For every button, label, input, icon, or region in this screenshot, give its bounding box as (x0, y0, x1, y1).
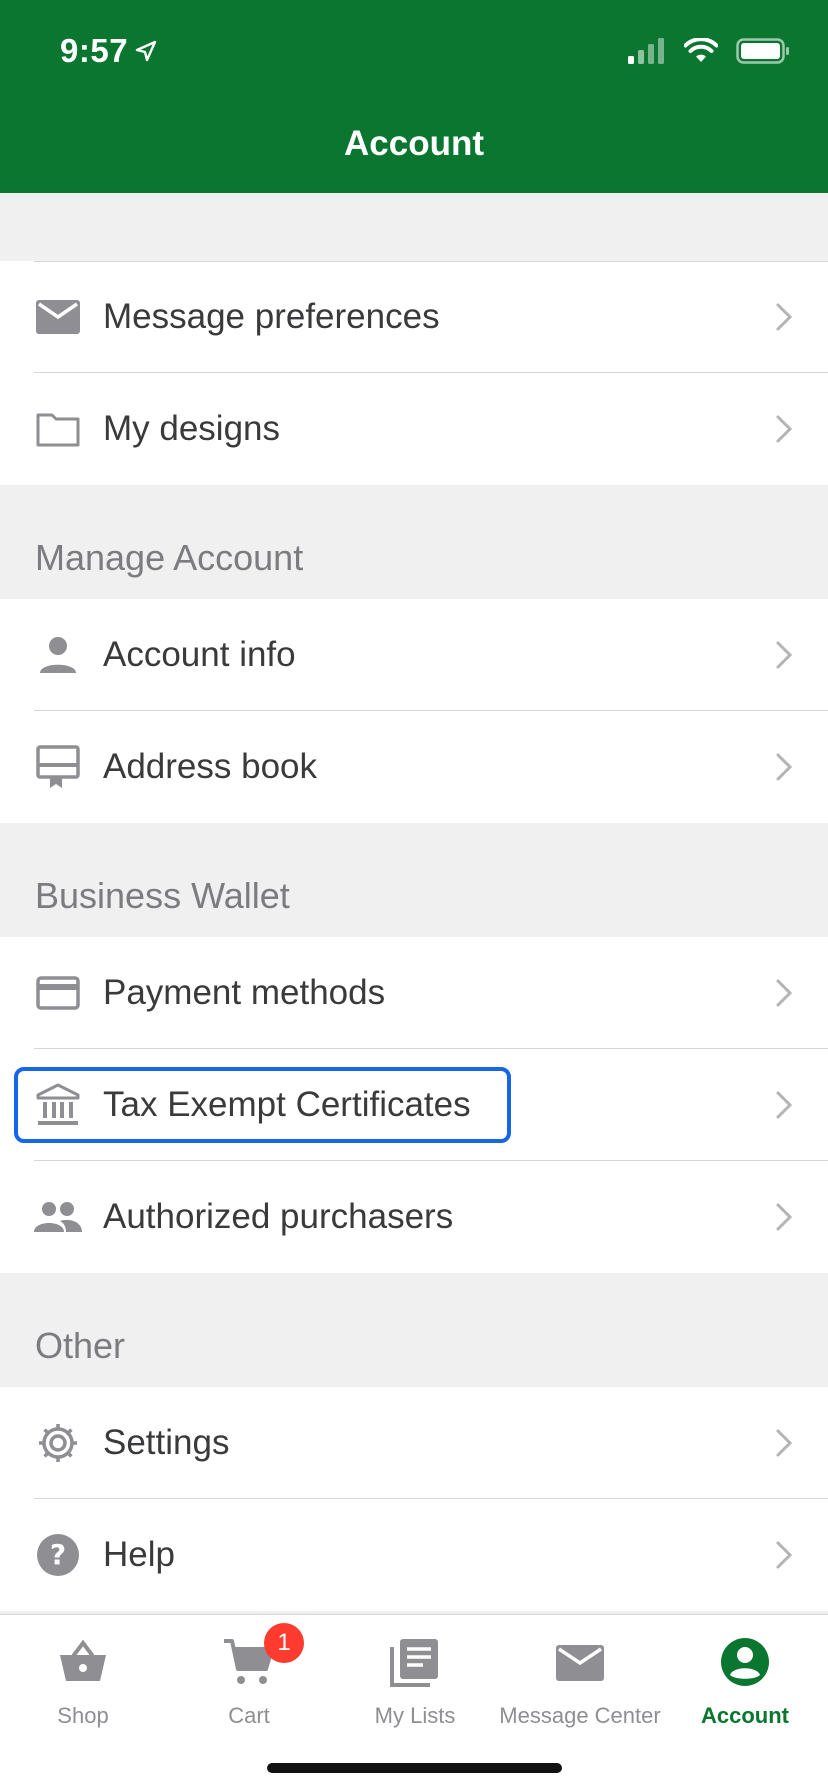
wifi-icon (684, 38, 718, 62)
tab-my-lists[interactable]: My Lists (332, 1627, 498, 1729)
account-info-row[interactable]: Account info (0, 599, 828, 711)
chevron-right-icon (776, 979, 793, 1007)
group-other: Settings ? Help (0, 1387, 828, 1611)
chevron-right-icon (776, 1429, 793, 1457)
tab-shop[interactable]: Shop (0, 1627, 166, 1729)
row-label: Authorized purchasers (103, 1197, 454, 1236)
people-icon (34, 1193, 82, 1241)
credit-card-icon (34, 969, 82, 1017)
chevron-right-icon (776, 641, 793, 669)
svg-text:?: ? (50, 1538, 66, 1571)
folder-icon (34, 405, 82, 453)
chevron-right-icon (776, 303, 793, 331)
settings-list[interactable]: Message preferences My designs Manage Ac… (0, 193, 828, 1611)
tax-exempt-certificates-row[interactable]: Tax Exempt Certificates (0, 1049, 828, 1161)
address-book-icon (34, 743, 82, 791)
payment-methods-row[interactable]: Payment methods (0, 937, 828, 1049)
row-label: Account info (103, 635, 296, 674)
status-icons (628, 38, 790, 64)
bank-icon (34, 1081, 82, 1129)
person-icon (34, 631, 82, 679)
chevron-right-icon (776, 1203, 793, 1231)
row-label: Tax Exempt Certificates (103, 1085, 471, 1124)
location-arrow-icon (135, 40, 157, 62)
help-row[interactable]: ? Help (0, 1499, 828, 1611)
group-manage-account: Account info Address book (0, 599, 828, 823)
address-book-row[interactable]: Address book (0, 711, 828, 823)
list-icon (388, 1635, 442, 1689)
row-label: Payment methods (103, 973, 386, 1012)
cart-badge: 1 (264, 1623, 304, 1663)
settings-row[interactable]: Settings (0, 1387, 828, 1499)
status-time-text: 9:57 (60, 32, 129, 69)
row-label: Address book (103, 747, 318, 786)
envelope-icon (34, 293, 82, 341)
row-label: Message preferences (103, 297, 440, 336)
message-preferences-row[interactable]: Message preferences (0, 261, 828, 373)
group-top: Message preferences My designs (0, 261, 828, 485)
header-bar: 9:57 Account (0, 0, 828, 193)
row-label: My designs (103, 409, 281, 448)
basket-icon (56, 1635, 110, 1689)
row-label: Help (103, 1535, 175, 1574)
chevron-right-icon (776, 753, 793, 781)
tab-account[interactable]: Account (662, 1627, 828, 1729)
tab-label: Account (701, 1703, 789, 1728)
battery-icon (736, 38, 789, 64)
tab-message-center[interactable]: Message Center (497, 1627, 663, 1729)
home-indicator[interactable] (267, 1763, 562, 1773)
section-header-manage-account: Manage Account (0, 485, 828, 599)
question-icon: ? (34, 1531, 82, 1579)
chevron-right-icon (776, 1091, 793, 1119)
gear-icon (34, 1419, 82, 1467)
tab-label: Cart (228, 1703, 270, 1728)
signal-icon (628, 38, 664, 64)
tab-label: Shop (57, 1703, 109, 1728)
group-business-wallet: Payment methods Tax Exempt Certificates … (0, 937, 828, 1273)
section-header-other: Other (0, 1273, 828, 1387)
my-designs-row[interactable]: My designs (0, 373, 828, 485)
account-icon (718, 1635, 772, 1689)
authorized-purchasers-row[interactable]: Authorized purchasers (0, 1161, 828, 1273)
envelope-icon (553, 1635, 607, 1689)
chevron-right-icon (776, 1541, 793, 1569)
cart-icon: 1 (222, 1623, 304, 1689)
tab-label: Message Center (499, 1703, 661, 1728)
section-title: Manage Account (35, 537, 304, 578)
page-title: Account (344, 124, 484, 163)
status-time: 9:57 (60, 32, 158, 70)
section-header-business-wallet: Business Wallet (0, 823, 828, 937)
row-label: Settings (103, 1423, 230, 1462)
section-spacer (0, 193, 828, 261)
chevron-right-icon (776, 415, 793, 443)
account-screen: 9:57 Account Message preferences My desi… (0, 0, 828, 1792)
section-title: Other (35, 1325, 126, 1366)
tab-cart[interactable]: 1 Cart (166, 1623, 332, 1729)
tab-label: My Lists (374, 1703, 456, 1728)
section-title: Business Wallet (35, 875, 290, 916)
